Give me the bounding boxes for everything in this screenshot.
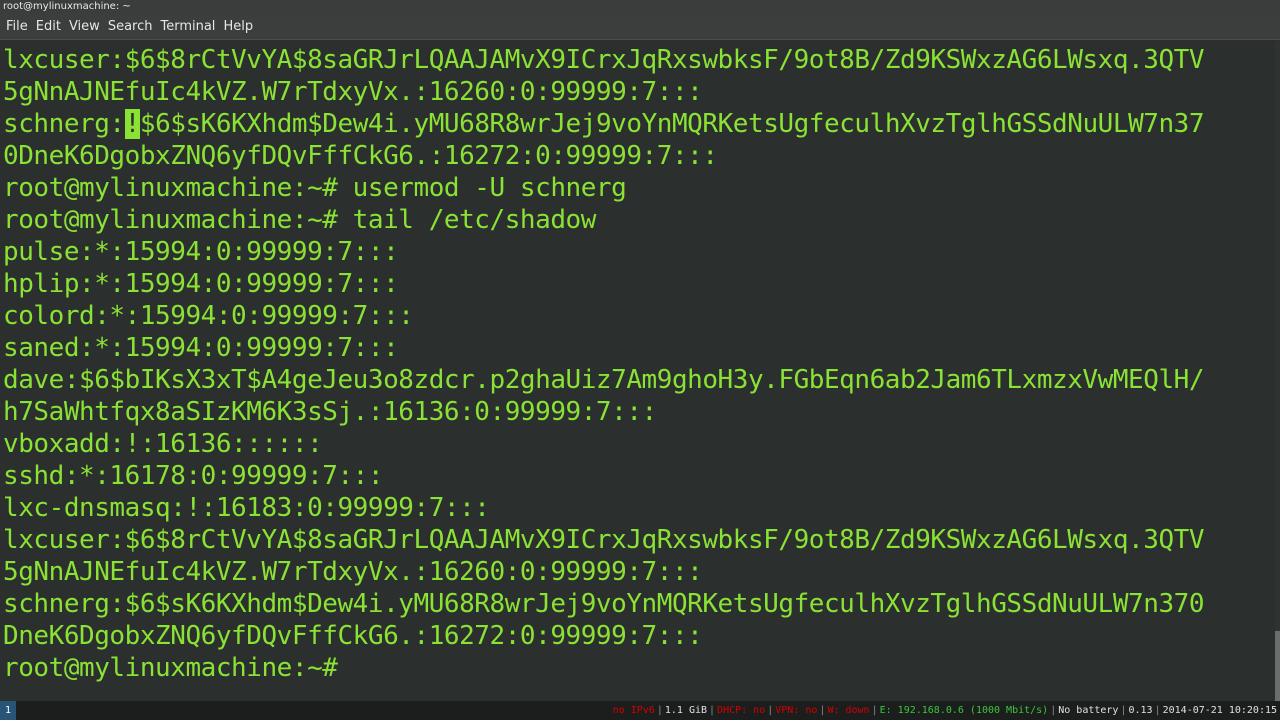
- terminal-line: schnerg:$6$sK6KXhdm$Dew4i.yMU68R8wrJej9v…: [3, 589, 1205, 619]
- terminal-scrollbar[interactable]: [1275, 41, 1280, 701]
- terminal-line: schnerg:!$6$sK6KXhdm$Dew4i.yMU68R8wrJej9…: [3, 108, 1205, 140]
- menu-terminal[interactable]: Terminal: [160, 19, 215, 34]
- status-items: no IPv6 | 1.1 GiB | DHCP: no | VPN: no |…: [612, 701, 1278, 720]
- status-load: 0.13: [1128, 705, 1153, 716]
- status-ipv6: no IPv6: [612, 705, 655, 716]
- status-separator: |: [1154, 705, 1161, 716]
- terminal-line: dave:$6$bIKsX3xT$A4geJeu3o8zdcr.p2ghaUiz…: [3, 365, 1205, 395]
- terminal-line: 5gNnAJNEfuIc4kVZ.W7rTdxyVx.:16260:0:9999…: [3, 77, 703, 107]
- terminal-window: root@mylinuxmachine: ~ File Edit View Se…: [0, 0, 1280, 720]
- menu-view[interactable]: View: [69, 19, 100, 34]
- i3-status-bar: 1 no IPv6 | 1.1 GiB | DHCP: no | VPN: no…: [0, 701, 1280, 720]
- terminal-line: pulse:*:15994:0:99999:7:::: [3, 237, 399, 267]
- status-disk: 1.1 GiB: [664, 705, 708, 716]
- terminal-text: schnerg:: [3, 109, 125, 139]
- status-ethernet: E: 192.168.0.6 (1000 Mbit/s): [879, 705, 1049, 716]
- terminal-command-line: root@mylinuxmachine:~# usermod -U schner…: [3, 173, 627, 203]
- terminal-output[interactable]: lxcuser:$6$8rCtVvYA$8saGRJrLQAAJAMvX9ICr…: [0, 41, 1275, 701]
- status-separator: |: [819, 705, 826, 716]
- status-separator: |: [767, 705, 774, 716]
- terminal-text: $6$sK6KXhdm$Dew4i.yMU68R8wrJej9voYnMQRKe…: [139, 109, 1205, 139]
- terminal-line: saned:*:15994:0:99999:7:::: [3, 333, 399, 363]
- terminal-line: DneK6DgobxZNQ6yfDQvFffCkG6.:16272:0:9999…: [3, 621, 703, 651]
- status-separator: |: [871, 705, 878, 716]
- terminal-line: lxcuser:$6$8rCtVvYA$8saGRJrLQAAJAMvX9ICr…: [3, 525, 1205, 555]
- status-separator: |: [709, 705, 716, 716]
- status-wireless: W: down: [827, 705, 870, 716]
- menu-bar: File Edit View Search Terminal Help: [0, 14, 1280, 40]
- status-clock: 2014-07-21 10:20:15: [1162, 705, 1277, 716]
- terminal-line: lxcuser:$6$8rCtVvYA$8saGRJrLQAAJAMvX9ICr…: [3, 45, 1205, 75]
- status-separator: |: [1050, 705, 1057, 716]
- terminal-line: 0DneK6DgobxZNQ6yfDQvFffCkG6.:16272:0:999…: [3, 141, 718, 171]
- terminal-line: sshd:*:16178:0:99999:7:::: [3, 461, 384, 491]
- terminal-line: colord:*:15994:0:99999:7:::: [3, 301, 414, 331]
- menu-file[interactable]: File: [6, 19, 28, 34]
- terminal-line: h7SaWhtfqx8aSIzKM6K3sSj.:16136:0:99999:7…: [3, 397, 657, 427]
- menu-search[interactable]: Search: [108, 19, 153, 34]
- window-title: root@mylinuxmachine: ~: [3, 1, 131, 12]
- menu-help[interactable]: Help: [223, 19, 253, 34]
- terminal-line: hplip:*:15994:0:99999:7:::: [3, 269, 399, 299]
- scrollbar-thumb[interactable]: [1275, 631, 1280, 701]
- window-title-bar[interactable]: root@mylinuxmachine: ~: [0, 0, 1280, 14]
- status-separator: |: [656, 705, 663, 716]
- status-vpn: VPN: no: [775, 705, 818, 716]
- status-battery: No battery: [1058, 705, 1119, 716]
- text-cursor: !: [124, 109, 140, 139]
- terminal-line: 5gNnAJNEfuIc4kVZ.W7rTdxyVx.:16260:0:9999…: [3, 557, 703, 587]
- workspace-button[interactable]: 1: [0, 701, 16, 720]
- menu-edit[interactable]: Edit: [36, 19, 61, 34]
- terminal-line: lxc-dnsmasq:!:16183:0:99999:7:::: [3, 493, 490, 523]
- status-separator: |: [1120, 705, 1127, 716]
- terminal-prompt: root@mylinuxmachine:~#: [3, 653, 338, 683]
- status-dhcp: DHCP: no: [717, 705, 766, 716]
- terminal-line: vboxadd:!:16136::::::: [3, 429, 323, 459]
- terminal-command-line: root@mylinuxmachine:~# tail /etc/shadow: [3, 205, 596, 235]
